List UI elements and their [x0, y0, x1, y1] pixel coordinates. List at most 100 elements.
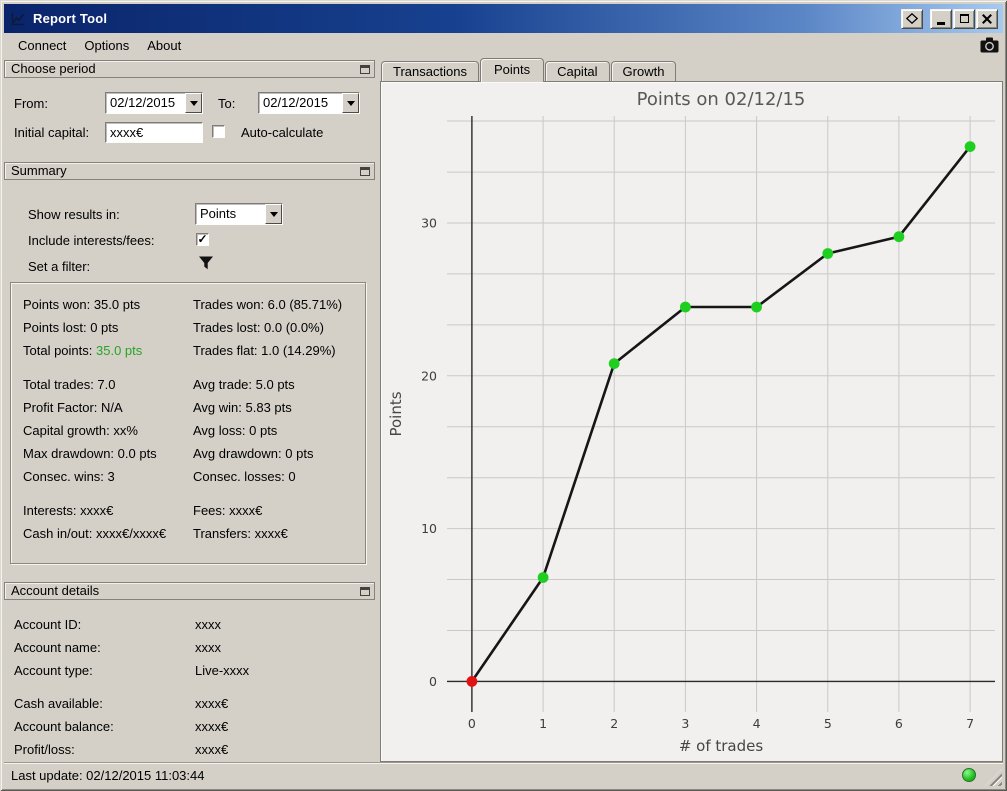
svg-text:6: 6 — [895, 716, 903, 731]
maximize-button[interactable] — [953, 8, 975, 29]
maximize-icon — [959, 14, 969, 23]
stat-trades-flat: Trades flat: 1.0 (14.29%) — [193, 343, 336, 359]
account-details-header: Account details — [4, 582, 375, 600]
svg-text:2: 2 — [610, 716, 618, 731]
svg-text:Points: Points — [387, 391, 405, 436]
stat-avg-trade: Avg trade: 5.0 pts — [193, 376, 295, 392]
choose-period-panel: Choose period From: 02/12/2015 To: 02/12… — [4, 60, 375, 156]
tab-points[interactable]: Points — [479, 58, 545, 82]
stat-avg-drawdown: Avg drawdown: 0 pts — [193, 446, 314, 462]
stat-trades-lost: Trades lost: 0.0 (0.0%) — [193, 320, 325, 336]
tab-transactions[interactable]: Transactions — [381, 61, 479, 81]
auto-calculate-label: Auto-calculate — [241, 125, 324, 140]
account-type-value: Live-xxxx — [195, 663, 250, 678]
include-interests-checkbox[interactable]: ✓ — [196, 233, 209, 246]
stat-consec-losses: Consec. losses: 0 — [193, 469, 296, 485]
stat-max-drawdown: Max drawdown: 0.0 pts — [23, 446, 157, 462]
status-bar: Last update: 02/12/2015 11:03:44 — [4, 762, 1003, 787]
from-label: From: — [14, 96, 48, 111]
account-name-label: Account name: — [14, 640, 101, 655]
choose-period-header: Choose period — [4, 60, 375, 78]
connection-status-led — [962, 768, 976, 782]
account-balance-label: Account balance: — [14, 719, 114, 734]
close-button[interactable] — [976, 8, 998, 29]
to-label: To: — [218, 96, 236, 111]
choose-period-body: From: 02/12/2015 To: 02/12/2015 Initial … — [4, 78, 375, 156]
stat-total-trades: Total trades: 7.0 — [23, 376, 116, 392]
menu-about[interactable]: About — [138, 35, 190, 56]
app-window: Report Tool Connect Options About Choose… — [0, 0, 1007, 791]
dropdown-arrow-icon[interactable] — [342, 93, 359, 113]
dropdown-arrow-icon[interactable] — [185, 93, 202, 113]
points-tab-page: 0 10 20 30 0 1 2 3 4 5 6 7 Points on 02/12/15 # of tr… — [380, 81, 1003, 762]
float-panel-icon[interactable] — [360, 64, 370, 74]
svg-text:10: 10 — [421, 521, 437, 536]
account-type-label: Account type: — [14, 663, 93, 678]
choose-period-title: Choose period — [11, 61, 96, 76]
close-icon — [982, 14, 992, 24]
tab-growth[interactable]: Growth — [610, 61, 677, 81]
stat-consec-wins: Consec. wins: 3 — [23, 469, 115, 485]
menu-options[interactable]: Options — [75, 35, 138, 56]
account-id-label: Account ID: — [14, 617, 82, 632]
to-date-select[interactable]: 02/12/2015 — [258, 92, 360, 114]
stat-points-lost: Points lost: 0 pts — [23, 320, 119, 336]
stat-fees: Fees: xxxx€ — [193, 502, 263, 518]
stat-avg-loss: Avg loss: 0 pts — [193, 423, 278, 439]
cash-available-label: Cash available: — [14, 696, 103, 711]
svg-text:1: 1 — [539, 716, 547, 731]
chart-area: Transactions Points Capital Growth 0 10 20… — [380, 58, 1003, 762]
account-name-value: xxxx — [195, 640, 221, 655]
auto-calculate-checkbox[interactable] — [212, 125, 225, 138]
show-results-select[interactable]: Points — [195, 203, 283, 225]
float-panel-icon[interactable] — [360, 166, 370, 176]
float-panel-icon[interactable] — [360, 586, 370, 596]
stat-avg-win: Avg win: 5.83 pts — [193, 399, 292, 415]
tab-bar: Transactions Points Capital Growth — [380, 58, 1003, 82]
from-date-select[interactable]: 02/12/2015 — [105, 92, 203, 114]
menu-connect[interactable]: Connect — [9, 35, 75, 56]
svg-text:0: 0 — [429, 674, 437, 689]
summary-panel: Summary Show results in: Points Include … — [4, 162, 375, 578]
stat-cash-in-out: Cash in/out: xxxx€/xxxx€ — [23, 525, 167, 541]
summary-body: Show results in: Points Include interest… — [4, 180, 375, 578]
left-panel: Choose period From: 02/12/2015 To: 02/12… — [4, 58, 375, 762]
window-title: Report Tool — [33, 11, 108, 26]
summary-header: Summary — [4, 162, 375, 180]
account-id-value: xxxx — [195, 617, 221, 632]
svg-text:7: 7 — [966, 716, 974, 731]
initial-capital-input[interactable] — [105, 122, 203, 143]
app-chart-icon — [9, 10, 27, 28]
stat-total-points: Total points: 35.0 pts — [23, 343, 143, 359]
summary-title: Summary — [11, 163, 67, 178]
account-details-panel: Account details Account ID: xxxx Account… — [4, 582, 375, 762]
to-date-value: 02/12/2015 — [263, 95, 329, 110]
stat-capital-growth: Capital growth: xx% — [23, 423, 138, 439]
filter-button[interactable] — [197, 255, 215, 273]
svg-text:# of trades: # of trades — [679, 737, 764, 755]
svg-text:4: 4 — [753, 716, 761, 731]
set-filter-label: Set a filter: — [28, 259, 91, 274]
show-results-label: Show results in: — [28, 207, 120, 222]
svg-text:0: 0 — [468, 716, 476, 731]
screenshot-button[interactable] — [977, 34, 1001, 56]
cash-available-value: xxxx€ — [195, 696, 229, 711]
svg-text:5: 5 — [824, 716, 832, 731]
initial-capital-label: Initial capital: — [14, 125, 90, 140]
titlebar[interactable]: Report Tool — [4, 4, 1003, 33]
stat-transfers: Transfers: xxxx€ — [193, 525, 288, 541]
minimize-icon — [937, 21, 945, 25]
include-interests-label: Include interests/fees: — [28, 233, 155, 248]
points-line-chart: 0 10 20 30 0 1 2 3 4 5 6 7 Points on 02/12/15 # of tr… — [387, 89, 995, 755]
account-details-grid: Account ID: xxxx Account name: xxxx Acco… — [4, 600, 375, 761]
dropdown-arrow-icon[interactable] — [265, 204, 282, 224]
resize-grip[interactable] — [985, 769, 1002, 786]
window-controls — [901, 8, 998, 29]
profit-loss-value: xxxx€ — [195, 742, 229, 757]
minimize-button[interactable] — [930, 8, 952, 29]
menubar: Connect Options About — [4, 33, 1003, 58]
detach-button[interactable] — [901, 8, 923, 29]
checkmark-icon: ✓ — [197, 232, 208, 246]
tab-capital[interactable]: Capital — [545, 61, 610, 81]
stat-points-won: Points won: 35.0 pts — [23, 297, 141, 312]
